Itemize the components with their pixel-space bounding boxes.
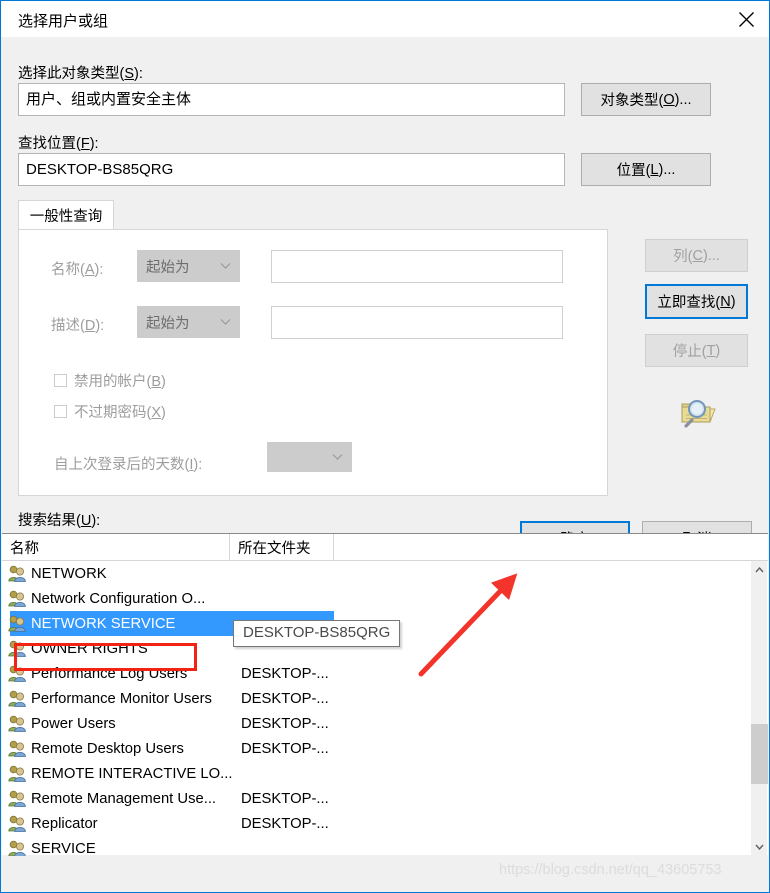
table-row[interactable]: Performance Log Users DESKTOP-... bbox=[2, 661, 750, 686]
disabled-accounts-label: 禁用的帐户(B) bbox=[74, 374, 166, 390]
tab-common-queries[interactable]: 一般性查询 bbox=[18, 200, 114, 230]
table-row[interactable]: Power Users DESKTOP-... bbox=[2, 711, 750, 736]
table-row[interactable]: Network Configuration O... bbox=[2, 586, 750, 611]
location-field[interactable]: DESKTOP-BS85QRG bbox=[18, 153, 565, 186]
user-group-icon bbox=[8, 790, 27, 807]
location-tooltip: DESKTOP-BS85QRG bbox=[233, 620, 401, 647]
description-value-input[interactable] bbox=[271, 306, 563, 339]
checkbox-icon bbox=[54, 374, 67, 387]
row-folder-cell: DESKTOP-... bbox=[241, 690, 329, 707]
row-name-cell: OWNER RIGHTS bbox=[31, 640, 148, 657]
column-header-name[interactable]: 名称 bbox=[2, 534, 230, 560]
chevron-down-icon bbox=[332, 454, 343, 461]
row-folder-cell: DESKTOP-... bbox=[241, 790, 329, 807]
row-name-cell: Performance Log Users bbox=[31, 665, 188, 682]
name-value-input[interactable] bbox=[271, 250, 563, 283]
row-name-cell: Performance Monitor Users bbox=[31, 690, 212, 707]
row-folder-cell: DESKTOP-... bbox=[241, 815, 329, 832]
row-name-cell: SERVICE bbox=[31, 840, 96, 857]
table-row[interactable]: Replicator DESKTOP-... bbox=[2, 811, 750, 836]
non-expiring-password-checkbox[interactable]: 不过期密码(X) bbox=[54, 401, 166, 422]
list-header: 名称 所在文件夹 bbox=[2, 534, 768, 561]
non-expiring-password-label: 不过期密码(X) bbox=[74, 405, 166, 421]
row-name-cell: Remote Management Use... bbox=[31, 790, 217, 807]
user-group-icon bbox=[8, 765, 27, 782]
row-name-cell: NETWORK bbox=[31, 565, 107, 582]
close-icon[interactable] bbox=[723, 1, 769, 37]
search-results-label: 搜索结果(U): bbox=[18, 513, 101, 529]
days-since-logon-combo[interactable] bbox=[267, 442, 352, 472]
row-folder-cell: DESKTOP-... bbox=[241, 715, 329, 732]
user-group-icon bbox=[8, 715, 27, 732]
row-name-cell: REMOTE INTERACTIVE LO... bbox=[31, 765, 233, 782]
table-row[interactable]: Remote Desktop Users DESKTOP-... bbox=[2, 736, 750, 761]
scroll-up-icon[interactable] bbox=[751, 561, 768, 578]
stop-button[interactable]: 停止(T) bbox=[645, 334, 748, 367]
description-condition-combo[interactable]: 起始为 bbox=[137, 306, 240, 338]
scroll-down-icon[interactable] bbox=[751, 838, 768, 855]
disabled-accounts-checkbox[interactable]: 禁用的帐户(B) bbox=[54, 370, 166, 391]
page-title: 选择用户或组 bbox=[18, 13, 109, 30]
table-row[interactable]: SERVICE bbox=[2, 836, 750, 856]
column-header-folder[interactable]: 所在文件夹 bbox=[230, 534, 334, 560]
row-name-cell: Power Users bbox=[31, 715, 116, 732]
row-name-cell: NETWORK SERVICE bbox=[31, 615, 176, 632]
result-rows: NETWORK Network Configuration O... NETWORK… bbox=[2, 561, 750, 856]
columns-button[interactable]: 列(C)... bbox=[645, 239, 748, 272]
user-group-icon bbox=[8, 815, 27, 832]
table-row[interactable]: Performance Monitor Users DESKTOP-... bbox=[2, 686, 750, 711]
row-name-cell: Network Configuration O... bbox=[31, 590, 206, 607]
folder-magnifier-icon bbox=[677, 396, 719, 434]
find-now-button[interactable]: 立即查找(N) bbox=[645, 284, 748, 319]
title-bar: 选择用户或组 bbox=[1, 1, 769, 38]
description-condition-value: 起始为 bbox=[146, 315, 190, 332]
object-types-button[interactable]: 对象类型(O)... bbox=[581, 83, 711, 116]
chevron-down-icon bbox=[220, 319, 231, 326]
object-type-label: 选择此对象类型(S): bbox=[18, 66, 143, 82]
user-group-icon bbox=[8, 640, 27, 657]
row-name-cell: Remote Desktop Users bbox=[31, 740, 184, 757]
name-condition-combo[interactable]: 起始为 bbox=[137, 250, 240, 282]
watermark-text: https://blog.csdn.net/qq_43605753 bbox=[499, 862, 722, 878]
vertical-scrollbar[interactable] bbox=[750, 561, 768, 855]
common-queries-panel: 名称(A): 起始为 描述(D): 起始为 禁用的帐户(B) 不过期密码(X) … bbox=[18, 229, 608, 496]
table-row[interactable]: Remote Management Use... DESKTOP-... bbox=[2, 786, 750, 811]
checkbox-icon bbox=[54, 405, 67, 418]
table-row[interactable]: REMOTE INTERACTIVE LO... bbox=[2, 761, 750, 786]
row-folder-cell: DESKTOP-... bbox=[241, 665, 329, 682]
user-group-icon bbox=[8, 840, 27, 856]
select-users-or-groups-dialog: 选择用户或组 选择此对象类型(S): 用户、组或内置安全主体 对象类型(O)..… bbox=[0, 0, 770, 893]
chevron-down-icon bbox=[220, 263, 231, 270]
object-type-field[interactable]: 用户、组或内置安全主体 bbox=[18, 83, 565, 116]
user-group-icon bbox=[8, 615, 27, 632]
scrollbar-thumb[interactable] bbox=[751, 724, 768, 784]
row-name-cell: Replicator bbox=[31, 815, 98, 832]
user-group-icon bbox=[8, 665, 27, 682]
days-since-logon-label: 自上次登录后的天数(I): bbox=[54, 457, 203, 473]
user-group-icon bbox=[8, 565, 27, 582]
user-group-icon bbox=[8, 690, 27, 707]
name-label: 名称(A): bbox=[51, 262, 104, 278]
user-group-icon bbox=[8, 740, 27, 757]
name-condition-value: 起始为 bbox=[146, 259, 190, 276]
location-label: 查找位置(F): bbox=[18, 136, 99, 152]
search-results-listview[interactable]: 名称 所在文件夹 NETWORK Network Configuration O.… bbox=[2, 533, 768, 856]
locations-button[interactable]: 位置(L)... bbox=[581, 153, 711, 186]
row-folder-cell: DESKTOP-... bbox=[241, 740, 329, 757]
description-label: 描述(D): bbox=[51, 318, 105, 334]
user-group-icon bbox=[8, 590, 27, 607]
table-row[interactable]: NETWORK bbox=[2, 561, 750, 586]
common-queries-tabstrip: 一般性查询 名称(A): 起始为 描述(D): 起始为 禁用的帐户(B) 不过期… bbox=[18, 200, 608, 496]
